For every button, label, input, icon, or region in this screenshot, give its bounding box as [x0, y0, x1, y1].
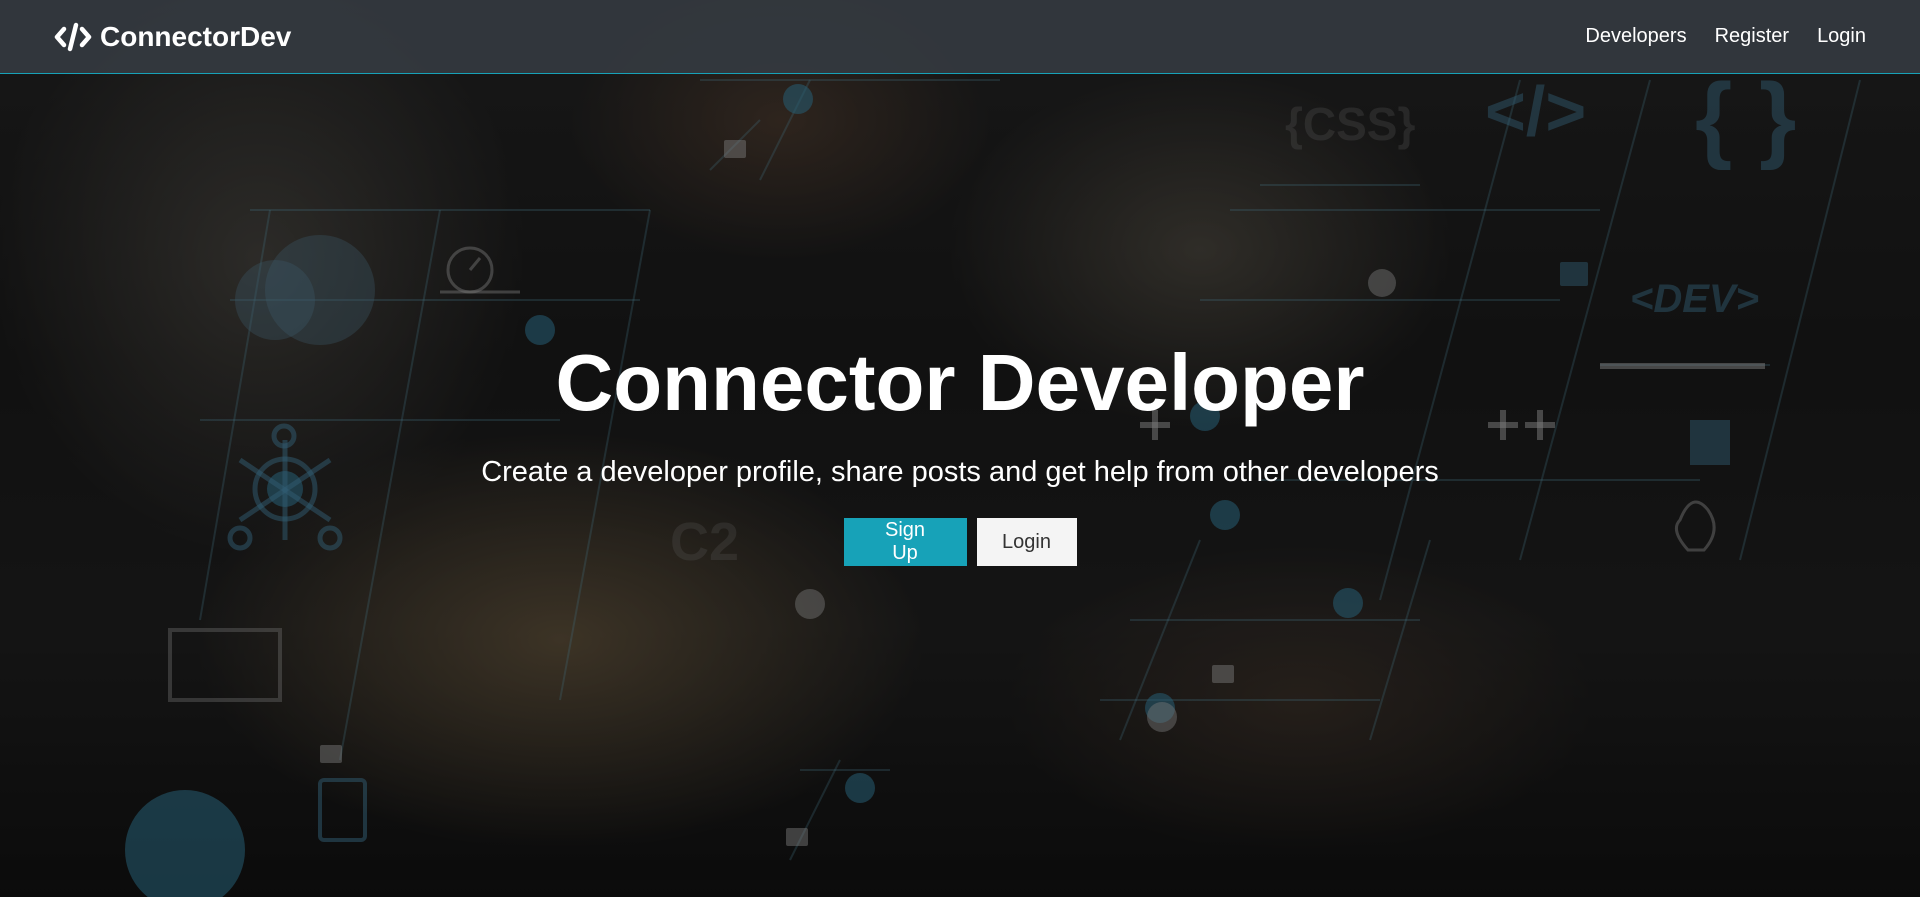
- sign-up-button[interactable]: Sign Up: [843, 518, 967, 566]
- nav-link-register[interactable]: Register: [1715, 25, 1789, 48]
- nav-links: Developers Register Login: [1585, 25, 1866, 48]
- brand-name: ConnectorDev: [100, 20, 292, 52]
- nav-link-login[interactable]: Login: [1817, 25, 1866, 48]
- hero-lead-text: Create a developer profile, share posts …: [481, 456, 1439, 488]
- nav-link-developers[interactable]: Developers: [1585, 25, 1686, 48]
- navbar: ConnectorDev Developers Register Login: [0, 0, 1920, 74]
- brand-logo-link[interactable]: ConnectorDev: [54, 21, 291, 53]
- code-icon: [54, 22, 92, 52]
- hero-title: Connector Developer: [555, 338, 1365, 427]
- landing-page: </> { } <DEV> {CSS} C2 ConnectorDev Deve…: [0, 0, 1920, 897]
- hero-section: Connector Developer Create a developer p…: [0, 75, 1920, 897]
- hero-buttons: Sign Up Login: [0, 518, 1920, 566]
- login-button[interactable]: Login: [976, 518, 1077, 566]
